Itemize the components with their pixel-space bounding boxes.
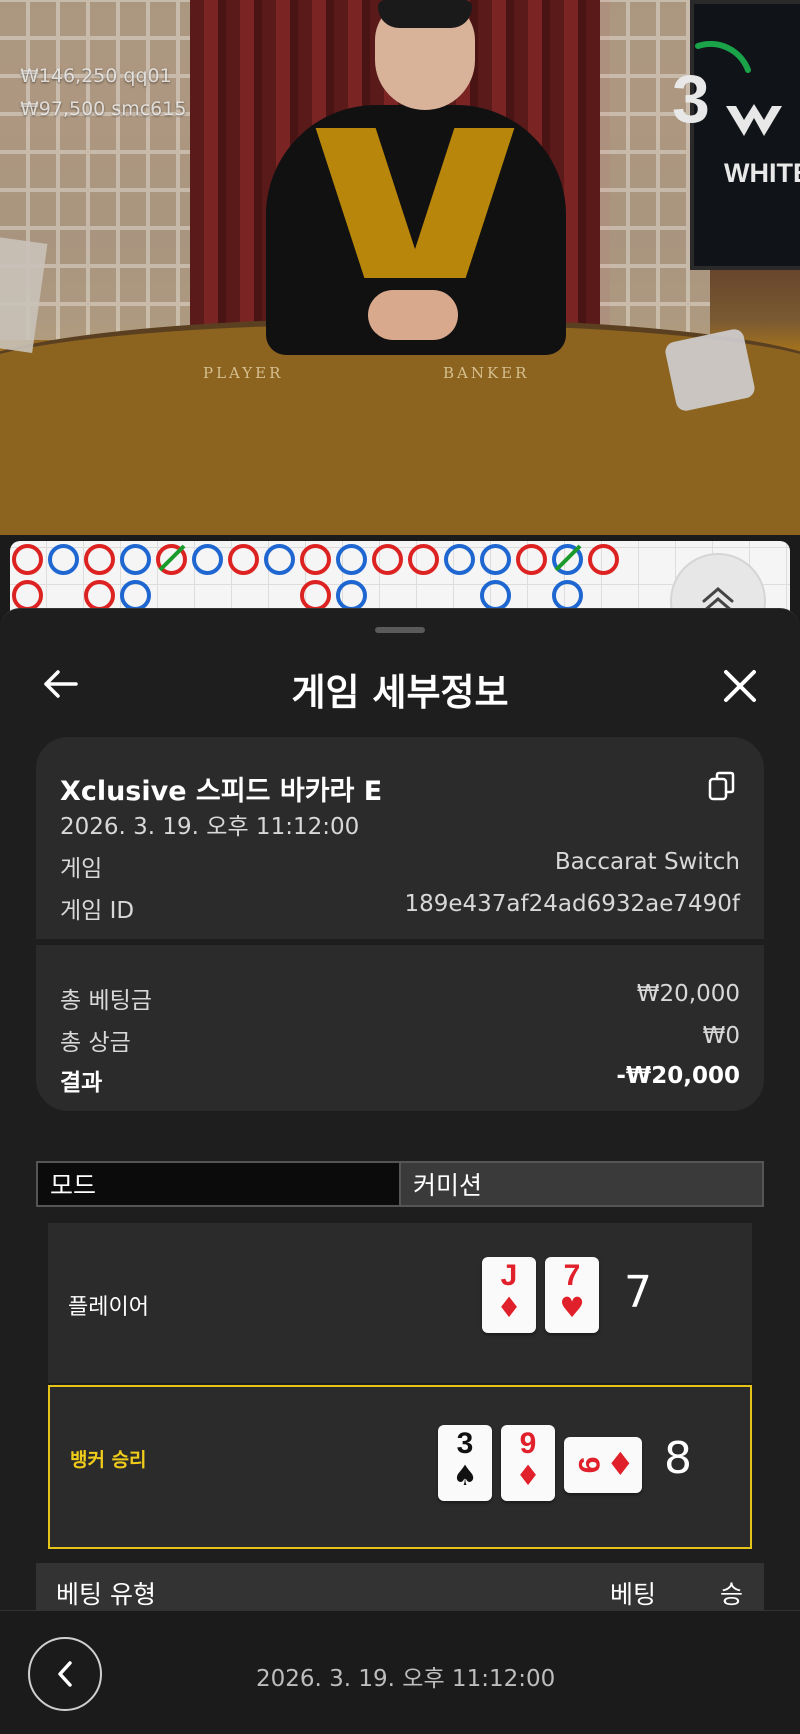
road-dot-banker (372, 544, 403, 575)
banker-hand-row: 뱅커 승리 3 ♠ 9 ♦ 9 ♦ 8 (48, 1385, 752, 1549)
road-dot-player (552, 580, 583, 611)
game-type-value: Baccarat Switch (554, 849, 740, 875)
road-dot-banker (12, 580, 43, 611)
road-dot-banker (516, 544, 547, 575)
road-dot-player (264, 544, 295, 575)
game-info-section: Xclusive 스피드 바카라 E 2026. 3. 19. 오후 11:12… (36, 737, 764, 937)
live-video-stream: PLAYER BANKER ₩146,250 qq01 ₩97,500 smc6… (0, 0, 800, 535)
live-bet-amount: ₩146,250 (20, 65, 118, 87)
card-rank-rotated: 9 (567, 1448, 607, 1482)
previous-round-button[interactable] (28, 1637, 102, 1711)
total-win-label: 총 상금 (60, 1030, 131, 1056)
road-dot-player (192, 544, 223, 575)
result-label: 결과 (60, 1070, 103, 1096)
game-type-label: 게임 (60, 856, 103, 882)
road-dot-banker (84, 580, 115, 611)
road-dot-player (120, 544, 151, 575)
brand-logo-text: WHITE (724, 158, 800, 188)
countdown-number: 3 (672, 61, 710, 137)
player-label: 플레이어 (68, 1295, 149, 1320)
playing-card: J ♦ (482, 1257, 536, 1333)
card-rank: 3 (456, 1427, 474, 1460)
card-rank: 9 (572, 1456, 605, 1474)
card-rank: J (500, 1259, 518, 1292)
game-detail-screen: PLAYER BANKER ₩146,250 qq01 ₩97,500 smc6… (0, 0, 800, 1734)
road-dot-player (120, 580, 151, 611)
road-dot-player (48, 544, 79, 575)
result-value: -₩20,000 (616, 1063, 740, 1089)
total-win-row: 총 상금 ₩0 (60, 1023, 740, 1057)
live-bet-row: ₩97,500 smc615 (20, 93, 186, 126)
card-suit-spade-icon: ♠ (452, 1459, 478, 1492)
chevron-left-icon (58, 1661, 72, 1687)
road-dot-banker (228, 544, 259, 575)
table-label-player: PLAYER (203, 364, 284, 382)
card-suit-heart-icon: ♥ (559, 1291, 585, 1324)
tab-mode[interactable]: 모드 (38, 1163, 401, 1205)
column-header-bet: 베팅 (610, 1580, 657, 1609)
live-bet-user: smc615 (111, 98, 187, 120)
playing-card: 7 ♥ (545, 1257, 599, 1333)
copy-icon[interactable] (708, 771, 736, 801)
column-header-bet-type: 베팅 유형 (56, 1580, 156, 1609)
road-dot-banker (588, 544, 619, 575)
road-dot-player (336, 580, 367, 611)
road-dot-banker (12, 544, 43, 575)
game-summary-card: Xclusive 스피드 바카라 E 2026. 3. 19. 오후 11:12… (36, 737, 764, 1111)
live-bet-amount: ₩97,500 (20, 98, 106, 120)
card-suit-diamond-icon: ♦ (606, 1445, 635, 1483)
road-dot-banker (408, 544, 439, 575)
brand-logo-icon (726, 104, 782, 136)
live-bets-list: ₩146,250 qq01 ₩97,500 smc615 (20, 60, 186, 126)
total-bet-label: 총 베팅금 (60, 988, 152, 1014)
total-bet-row: 총 베팅금 ₩20,000 (60, 981, 740, 1015)
playing-card-sideways: 9 ♦ (564, 1437, 642, 1493)
road-dot-banker (300, 544, 331, 575)
player-hand-row: 플레이어 J ♦ 7 ♥ 7 (48, 1223, 752, 1383)
total-bet-value: ₩20,000 (636, 981, 740, 1007)
tab-commission[interactable]: 커미션 (401, 1163, 762, 1205)
card-suit-diamond-icon: ♦ (515, 1459, 541, 1492)
road-dot-player (444, 544, 475, 575)
game-id-value: 189e437af24ad6932ae7490f (404, 891, 740, 917)
mode-tabs: 모드 커미션 (36, 1161, 764, 1207)
column-header-win: 승 (720, 1580, 744, 1609)
sheet-drag-handle[interactable] (375, 627, 425, 633)
total-win-value: ₩0 (702, 1023, 740, 1049)
game-detail-sheet: 게임 세부정보 Xclusive 스피드 바카라 E 2026. 3. 19. … (0, 608, 800, 1734)
live-bet-user: qq01 (123, 65, 172, 87)
result-row: 결과 -₩20,000 (60, 1063, 740, 1097)
live-bet-row: ₩146,250 qq01 (20, 60, 186, 93)
road-dot-player (336, 544, 367, 575)
game-id-label: 게임 ID (60, 898, 135, 924)
dealer-hands (368, 290, 458, 340)
game-id-row: 게임 ID 189e437af24ad6932ae7490f (60, 891, 740, 925)
dealer-hair (378, 0, 472, 28)
sheet-header: 게임 세부정보 (0, 649, 800, 729)
card-suit-diamond-icon: ♦ (496, 1291, 522, 1324)
playing-card: 3 ♠ (438, 1425, 492, 1501)
road-dot-banker (300, 580, 331, 611)
player-score: 7 (624, 1267, 652, 1318)
footer-datetime: 2026. 3. 19. 오후 11:12:00 (256, 1666, 556, 1692)
road-dot-player (480, 544, 511, 575)
road-dot-banker (84, 544, 115, 575)
game-name: Xclusive 스피드 바카라 E (60, 776, 383, 807)
banker-score: 8 (664, 1433, 692, 1484)
card-rank: 7 (563, 1259, 581, 1292)
table-label-banker: BANKER (443, 364, 530, 382)
card-rank: 9 (519, 1427, 537, 1460)
road-dot-player (480, 580, 511, 611)
banker-win-label: 뱅커 승리 (70, 1449, 147, 1471)
game-type-row: 게임 Baccarat Switch (60, 849, 740, 883)
page-title: 게임 세부정보 (291, 671, 509, 714)
close-icon (724, 670, 756, 702)
close-button[interactable] (718, 664, 762, 708)
footer-bar: 2026. 3. 19. 오후 11:12:00 (0, 1610, 800, 1734)
game-datetime: 2026. 3. 19. 오후 11:12:00 (60, 814, 360, 840)
card-divider (36, 939, 764, 945)
playing-card: 9 ♦ (501, 1425, 555, 1501)
